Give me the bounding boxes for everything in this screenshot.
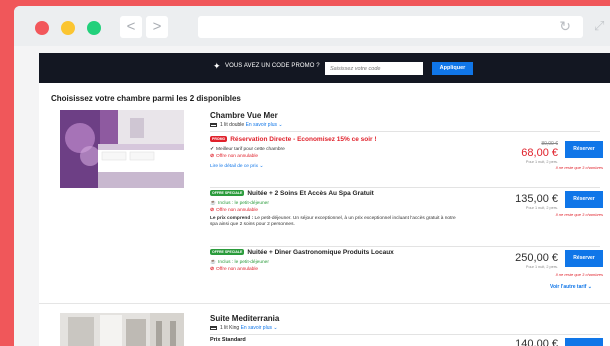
offer-title: OFFRE SPECIALE Nuitée + 2 Soins Et Accès … bbox=[210, 190, 374, 197]
rooms-remaining: Il ne reste que 3 chambres bbox=[555, 165, 603, 170]
offer-title-text: Nuitée + Dîner Gastronomique Produits Lo… bbox=[247, 249, 394, 256]
room-bed-info: 1 lit double En savoir plus ⌄ bbox=[210, 122, 283, 128]
promo-code-prompt: VOUS AVEZ UN CODE PROMO ? bbox=[225, 63, 320, 69]
feature-text: Offre non annulable bbox=[216, 208, 259, 213]
forward-button[interactable]: > bbox=[146, 16, 168, 38]
description-label: Le prix comprend : bbox=[210, 216, 254, 221]
price: 140,00 € bbox=[515, 338, 558, 346]
rate-offer: PROMO Réservation Directe - Economisez 15… bbox=[210, 131, 603, 181]
forbidden-icon: ⊘ bbox=[210, 208, 215, 213]
feature-non-refundable: ⊘ Offre non annulable bbox=[210, 208, 258, 213]
feature-text: Meilleur tarif pour cette chambre bbox=[216, 147, 285, 152]
room-name: Chambre Vue Mer bbox=[210, 111, 278, 120]
offer-description: Le prix comprend : Le petit-déjeuner. Un… bbox=[210, 216, 460, 229]
promo-code-input[interactable] bbox=[325, 62, 423, 75]
room-photo-suite-mediterrania[interactable] bbox=[60, 313, 184, 346]
feature-non-refundable: ⊘ Offre non annulable bbox=[210, 154, 258, 159]
back-button[interactable]: < bbox=[120, 16, 142, 38]
minimize-window-button[interactable] bbox=[61, 21, 75, 35]
reserve-button[interactable] bbox=[565, 338, 603, 346]
room-bed-info: 1 lit King En savoir plus ⌄ bbox=[210, 325, 278, 331]
breakfast-icon: ☕ bbox=[210, 260, 216, 265]
rate-details-link[interactable]: Lire le détail de ce prix ⌄ bbox=[210, 164, 263, 169]
booking-page: ✦ VOUS AVEZ UN CODE PROMO ? Appliquer Ch… bbox=[39, 53, 610, 346]
offer-title: Prix Standard bbox=[210, 337, 246, 343]
bed-icon bbox=[210, 326, 217, 330]
price-note: Pour 1 nuit, 2 pers. bbox=[525, 265, 558, 269]
close-window-button[interactable] bbox=[35, 21, 49, 35]
maximize-window-button[interactable] bbox=[87, 21, 101, 35]
browser-window: < > ↻ ⤢ ✦ VOUS AVEZ UN CODE PROMO ? Appl… bbox=[14, 6, 610, 346]
promo-badge: PROMO bbox=[210, 136, 228, 142]
special-offer-badge: OFFRE SPECIALE bbox=[210, 249, 245, 255]
rate-offer: OFFRE SPECIALE Nuitée + Dîner Gastronomiq… bbox=[210, 246, 603, 291]
browser-titlebar: < > ↻ ⤢ bbox=[14, 6, 610, 46]
forbidden-icon: ⊘ bbox=[210, 154, 215, 159]
check-icon: ✓ bbox=[210, 147, 215, 152]
reserve-button[interactable]: Réserver bbox=[565, 141, 603, 158]
breakfast-icon: ☕ bbox=[210, 201, 216, 206]
rooms-remaining: Il ne reste que 3 chambres bbox=[555, 272, 603, 277]
feature-text: Inclus : le petit-déjeuner bbox=[217, 201, 269, 206]
address-bar[interactable]: ↻ bbox=[198, 16, 583, 38]
feature-text: Inclus : le petit-déjeuner bbox=[217, 260, 269, 265]
rate-offer: Prix Standard 140,00 € bbox=[210, 334, 603, 346]
section-title: Choisissez votre chambre parmi les 2 dis… bbox=[51, 94, 241, 103]
special-offer-badge: OFFRE SPECIALE bbox=[210, 190, 245, 196]
price-note: Pour 1 nuit, 2 pers. bbox=[525, 206, 558, 210]
bed-type: 1 lit King bbox=[220, 325, 240, 331]
feature-non-refundable: ⊘ Offre non annulable bbox=[210, 267, 258, 272]
price-note: Pour 1 nuit, 2 pers. bbox=[525, 160, 558, 164]
room-more-info-link[interactable]: En savoir plus ⌄ bbox=[246, 122, 283, 128]
feature-best-rate: ✓ Meilleur tarif pour cette chambre bbox=[210, 147, 285, 152]
reload-icon[interactable]: ↻ bbox=[559, 18, 571, 35]
rate-offer: OFFRE SPECIALE Nuitée + 2 Soins Et Accès … bbox=[210, 187, 603, 242]
price: 250,00 € bbox=[515, 252, 558, 264]
apply-promo-button[interactable]: Appliquer bbox=[432, 62, 473, 75]
offer-title: PROMO Réservation Directe - Economisez 15… bbox=[210, 136, 377, 143]
offer-title-text: Nuitée + 2 Soins Et Accès Au Spa Gratuit bbox=[247, 190, 374, 197]
reserve-button[interactable]: Réserver bbox=[565, 250, 603, 267]
price: 135,00 € bbox=[515, 193, 558, 205]
offer-title-text: Réservation Directe - Economisez 15% ce … bbox=[230, 136, 377, 143]
forbidden-icon: ⊘ bbox=[210, 267, 215, 272]
fullscreen-icon[interactable]: ⤢ bbox=[594, 18, 604, 34]
room-more-info-link[interactable]: En savoir plus ⌄ bbox=[241, 325, 278, 331]
bed-icon bbox=[210, 123, 217, 127]
promo-code-bar: ✦ VOUS AVEZ UN CODE PROMO ? Appliquer bbox=[39, 53, 610, 83]
room-separator bbox=[39, 303, 610, 304]
offer-title: OFFRE SPECIALE Nuitée + Dîner Gastronomiq… bbox=[210, 249, 394, 256]
feature-breakfast: ☕ Inclus : le petit-déjeuner bbox=[210, 201, 269, 206]
bed-type: 1 lit double bbox=[220, 122, 245, 128]
price: 68,00 € bbox=[521, 147, 558, 159]
feature-text: Offre non annulable bbox=[216, 267, 259, 272]
room-photo-chambre-vue-mer[interactable] bbox=[60, 110, 184, 188]
feature-text: Offre non annulable bbox=[216, 154, 259, 159]
reserve-button[interactable]: Réserver bbox=[565, 191, 603, 208]
feature-breakfast: ☕ Inclus : le petit-déjeuner bbox=[210, 260, 269, 265]
other-rate-link[interactable]: Voir l'autre tarif ⌄ bbox=[550, 284, 592, 290]
room-name: Suite Mediterrania bbox=[210, 314, 280, 323]
tag-icon: ✦ bbox=[213, 61, 221, 71]
rooms-remaining: Il ne reste que 3 chambres bbox=[555, 212, 603, 217]
